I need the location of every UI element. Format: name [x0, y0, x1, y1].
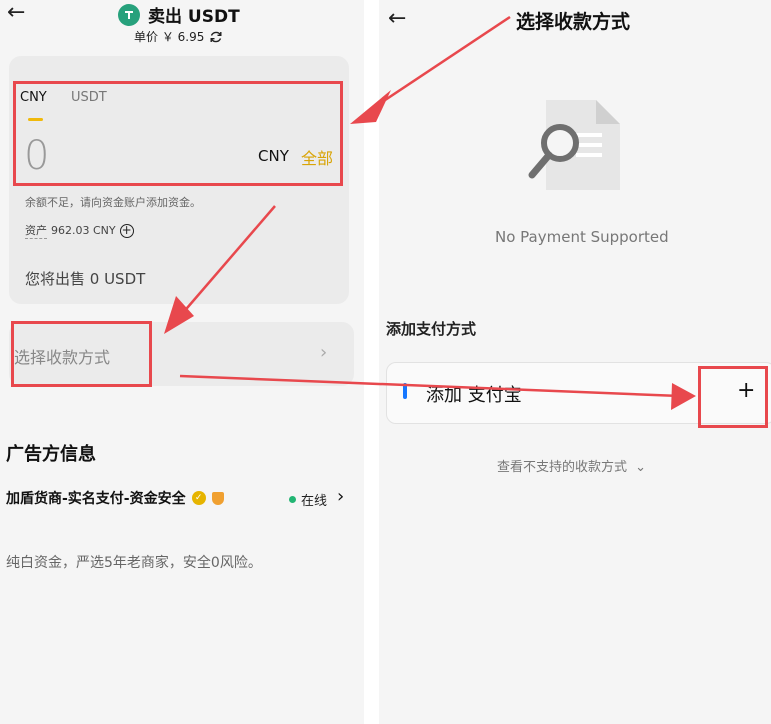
arrowhead-add — [671, 383, 696, 410]
arrowhead-amount — [350, 90, 391, 124]
annotation-arrow-to-add — [179, 374, 681, 398]
annotation-arrows — [164, 15, 696, 410]
annotation-arrow-to-amount — [369, 15, 511, 112]
annotation-arrow-to-payment — [174, 205, 276, 323]
arrowhead-payment — [164, 296, 194, 334]
